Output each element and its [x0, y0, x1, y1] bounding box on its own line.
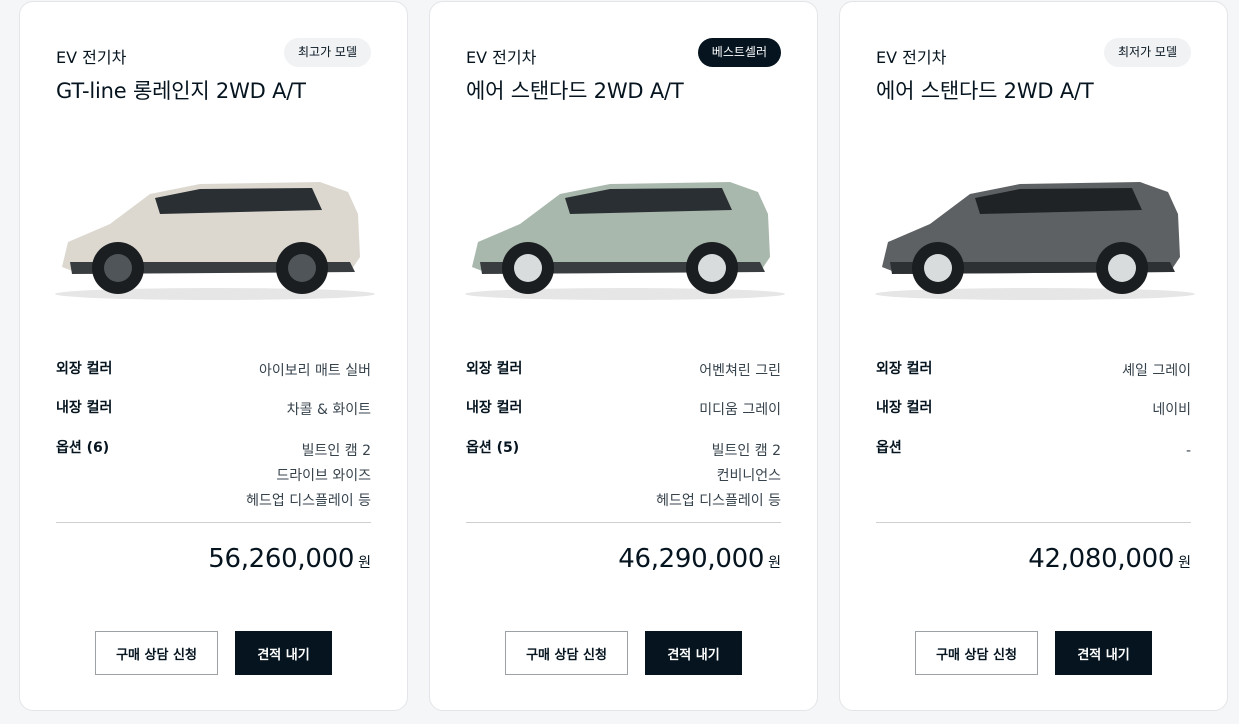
- spec-value: 어벤쳐린 그린: [699, 363, 781, 379]
- get-estimate-button[interactable]: 견적 내기: [1055, 631, 1152, 675]
- spec-label: 외장 컬러: [56, 361, 113, 377]
- spec-value: 미디움 그레이: [699, 402, 781, 418]
- price-unit: 원: [768, 555, 781, 571]
- spec-value: 셰일 그레이: [1122, 363, 1191, 379]
- model-name: GT-line 롱레인지 2WD A/T: [56, 79, 306, 103]
- car-image: [465, 182, 785, 300]
- option-item: 빌트인 캠 2: [301, 443, 371, 459]
- option-item: 헤드업 디스플레이 등: [246, 493, 371, 509]
- get-estimate-button[interactable]: 견적 내기: [235, 631, 332, 675]
- purchase-consult-button[interactable]: 구매 상담 신청: [915, 631, 1038, 675]
- get-estimate-button[interactable]: 견적 내기: [645, 631, 742, 675]
- vehicle-category: EV 전기차: [876, 48, 947, 67]
- spec-label: 옵션 (5): [466, 440, 520, 456]
- status-badge: 최저가 모델: [1103, 38, 1191, 67]
- option-list: 빌트인 캠 2 드라이브 와이즈 헤드업 디스플레이 등: [246, 439, 371, 514]
- trim-card: EV 전기차 베스트셀러 에어 스탠다드 2WD A/T 외장 컬러 어벤쳐린 …: [429, 1, 818, 711]
- divider: [56, 522, 371, 523]
- divider: [876, 522, 1191, 523]
- price: 56,260,000 원: [208, 544, 371, 574]
- status-badge: 최고가 모델: [283, 38, 371, 67]
- option-list: -: [1186, 439, 1191, 464]
- price: 42,080,000 원: [1028, 544, 1191, 574]
- spec-label: 옵션 (6): [56, 440, 110, 456]
- spec-label: 내장 컬러: [876, 400, 933, 416]
- option-item: 헤드업 디스플레이 등: [656, 493, 781, 509]
- price-amount: 42,080,000: [1028, 544, 1175, 574]
- option-item: 컨비니언스: [716, 468, 781, 484]
- price: 46,290,000 원: [618, 544, 781, 574]
- option-item: 빌트인 캠 2: [711, 443, 781, 459]
- spec-value: 아이보리 매트 실버: [259, 363, 371, 379]
- spec-label: 옵션: [876, 440, 902, 456]
- vehicle-category: EV 전기차: [56, 48, 127, 67]
- option-list: 빌트인 캠 2 컨비니언스 헤드업 디스플레이 등: [656, 439, 781, 514]
- spec-label: 내장 컬러: [56, 400, 113, 416]
- car-image: [875, 182, 1195, 300]
- purchase-consult-button[interactable]: 구매 상담 신청: [505, 631, 628, 675]
- purchase-consult-button[interactable]: 구매 상담 신청: [95, 631, 218, 675]
- divider: [466, 522, 781, 523]
- option-item: 드라이브 와이즈: [276, 468, 371, 484]
- status-badge: 베스트셀러: [697, 38, 781, 67]
- vehicle-category: EV 전기차: [466, 48, 537, 67]
- spec-label: 외장 컬러: [466, 361, 523, 377]
- price-amount: 56,260,000: [208, 544, 355, 574]
- price-unit: 원: [1178, 555, 1191, 571]
- trim-card: EV 전기차 최저가 모델 에어 스탠다드 2WD A/T 외장 컬러 셰일 그…: [839, 1, 1228, 711]
- price-unit: 원: [358, 555, 371, 571]
- spec-label: 외장 컬러: [876, 361, 933, 377]
- model-name: 에어 스탠다드 2WD A/T: [466, 79, 684, 103]
- model-name: 에어 스탠다드 2WD A/T: [876, 79, 1094, 103]
- option-item: -: [1185, 443, 1191, 459]
- trim-card: EV 전기차 최고가 모델 GT-line 롱레인지 2WD A/T 외장 컬러…: [19, 1, 408, 711]
- price-amount: 46,290,000: [618, 544, 765, 574]
- car-image: [55, 182, 375, 300]
- trim-card-list: EV 전기차 최고가 모델 GT-line 롱레인지 2WD A/T 외장 컬러…: [0, 0, 1239, 724]
- spec-value: 차콜 & 화이트: [286, 402, 371, 418]
- spec-value: 네이비: [1152, 402, 1191, 418]
- spec-label: 내장 컬러: [466, 400, 523, 416]
